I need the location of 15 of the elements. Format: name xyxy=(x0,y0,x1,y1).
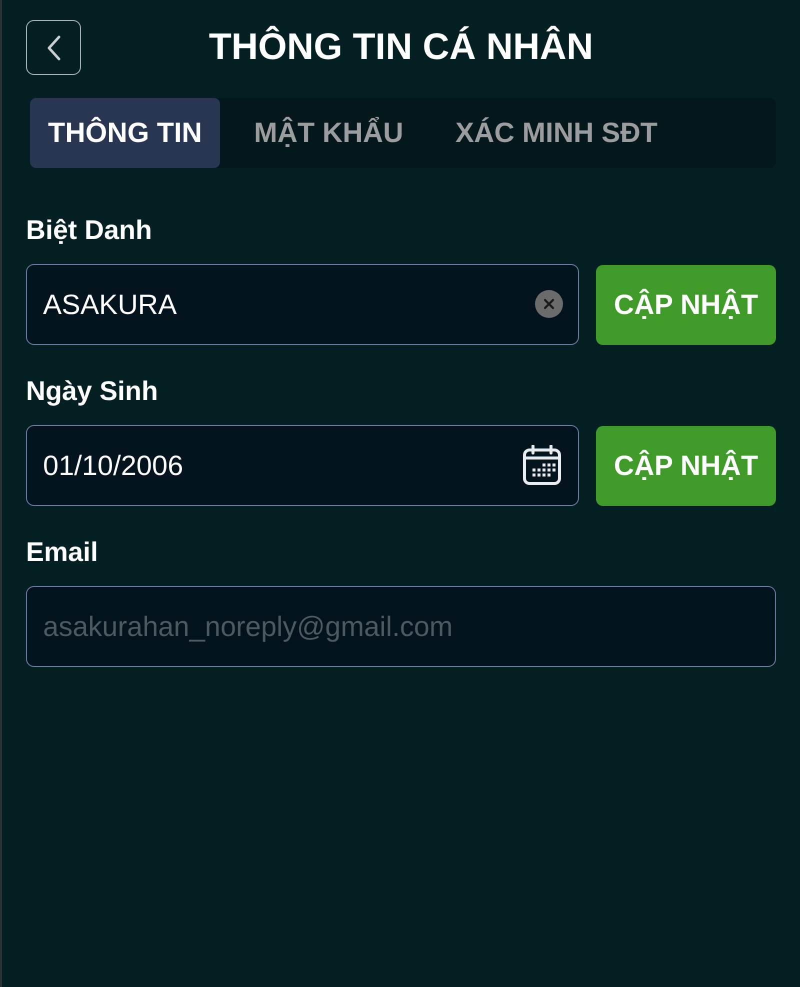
chevron-left-icon xyxy=(46,34,60,60)
field-label: Ngày Sinh xyxy=(26,376,158,406)
date-field[interactable]: 01/10/2006 xyxy=(26,425,579,506)
field-label: Biệt Danh xyxy=(26,215,152,245)
nickname-field[interactable]: ASAKURA xyxy=(26,264,579,345)
field-label: Email xyxy=(26,537,98,567)
tab[interactable]: THÔNG TIN xyxy=(30,98,220,168)
tab[interactable]: MẬT KHẨU xyxy=(236,98,422,168)
tab[interactable]: XÁC MINH SĐT xyxy=(437,98,676,168)
back-button[interactable] xyxy=(26,20,81,75)
update-button[interactable]: CẬP NHẬT xyxy=(596,264,776,344)
clear-icon[interactable] xyxy=(535,290,563,318)
page-title: THÔNG TIN CÁ NHÂN xyxy=(208,25,594,70)
calendar-icon[interactable] xyxy=(523,445,561,485)
update-button[interactable]: CẬP NHẬT xyxy=(596,426,776,506)
